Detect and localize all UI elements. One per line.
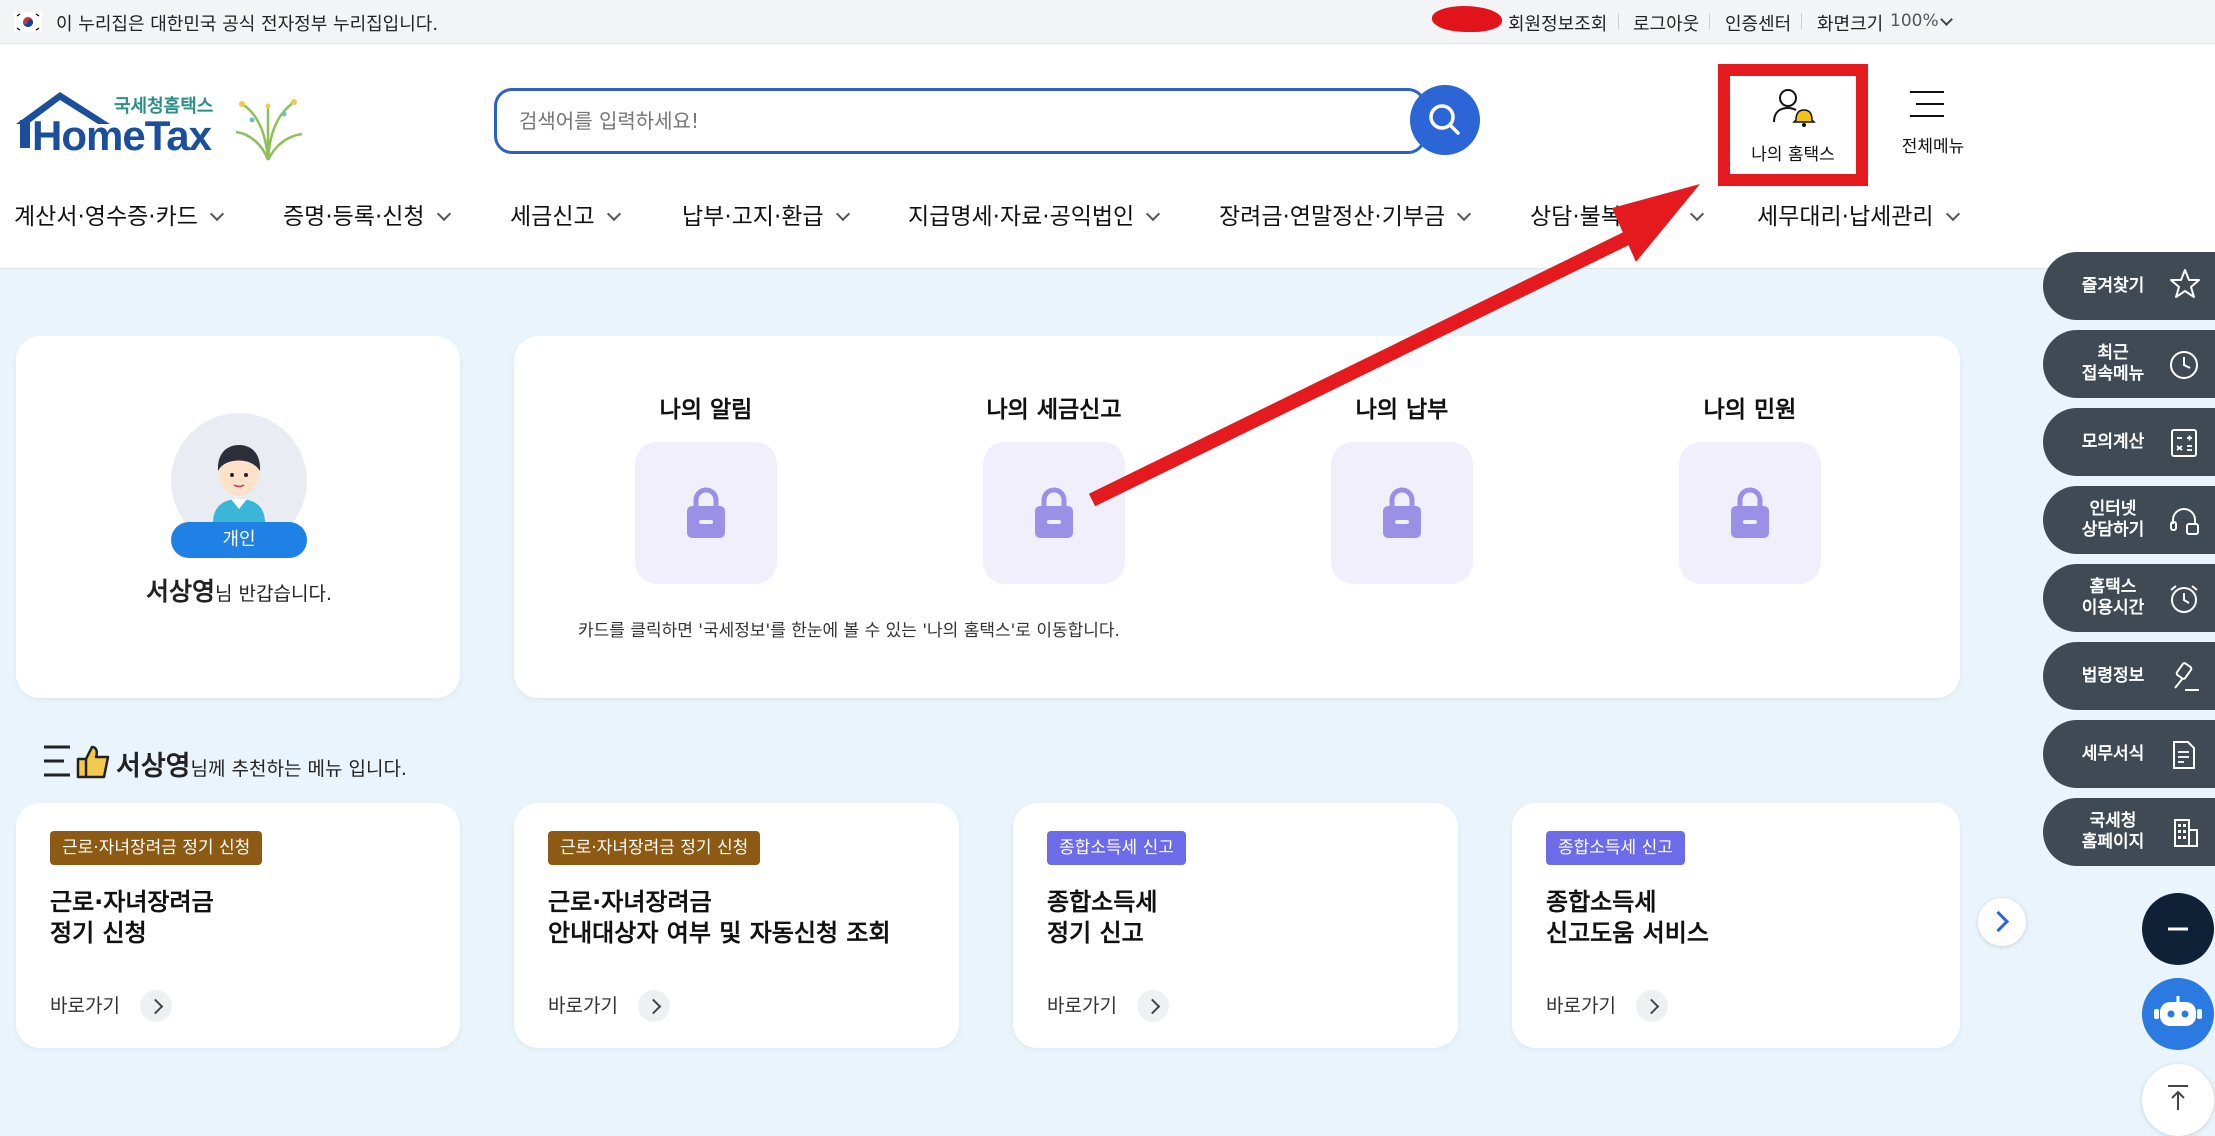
annotation-arrow [1088, 184, 1700, 507]
